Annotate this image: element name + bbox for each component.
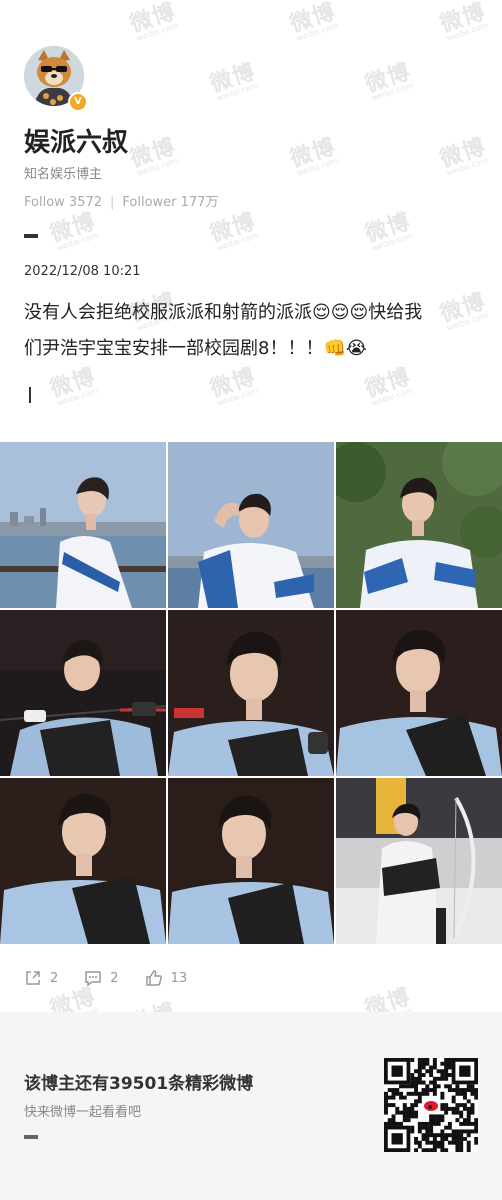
weibo-watermark: 微博weibo.com [437,0,490,43]
like-count: 13 [170,970,188,986]
weibo-watermark: 微博weibo.com [362,209,415,253]
photo-archery-3[interactable] [336,610,502,776]
repost-icon [26,971,40,985]
photo-uniform-3[interactable] [336,442,502,608]
follower-count: 177万 [180,195,219,210]
action-bar: 2 2 13 [24,966,213,990]
follow-label: Follow [24,195,65,210]
like-button[interactable]: 13 [145,969,188,987]
qr-code[interactable] [384,1058,479,1153]
photo-archery-4[interactable] [0,778,166,944]
weibo-watermark: 微博weibo.com [362,59,415,103]
comment-button[interactable]: 2 [84,969,119,987]
post-text: 没有人会拒绝校服派派和射箭的派派😌😌😌快给我 们尹浩宇宝宝安排一部校园剧8！！！… [24,295,482,367]
weibo-watermark: 微博weibo.com [127,134,180,178]
photo-archery-5[interactable] [168,778,334,944]
post-text-line: 没有人会拒绝校服派派和射箭的派派😌😌😌快给我 [24,302,423,323]
weibo-watermark: 微博weibo.com [47,209,100,253]
photo-grid [0,442,502,946]
stats-divider: | [110,195,115,210]
comment-icon [85,971,102,987]
comment-count: 2 [110,970,119,986]
weibo-watermark: 微博weibo.com [207,59,260,103]
section-divider [24,234,38,238]
weibo-watermark: 微博weibo.com [127,0,180,43]
profile-stats: Follow 3572 | Follower 177万 [24,191,219,210]
thumbs-up-icon [145,970,162,986]
photo-archery-6[interactable] [336,778,502,944]
profile-name[interactable]: 娱派六叔 [24,122,128,159]
weibo-watermark: 微博weibo.com [437,134,490,178]
photo-uniform-2[interactable] [168,442,334,608]
photo-archery-1[interactable] [0,610,166,776]
follow-count: 3572 [68,195,103,210]
repost-count: 2 [50,970,59,986]
photo-archery-2[interactable] [168,610,334,776]
photo-uniform-1[interactable] [0,442,166,608]
footer-subtitle: 快来微博一起看看吧 [24,1105,142,1120]
text-cursor [29,387,31,403]
follower-label: Follower [122,195,177,210]
weibo-watermark: 微博weibo.com [287,134,340,178]
post-date: 2022/12/08 10:21 [24,264,141,279]
verified-badge-icon: V [68,92,88,112]
qr-code-image [384,1058,479,1153]
footer-divider [24,1135,38,1139]
profile-description: 知名娱乐博主 [24,167,103,182]
post-text-line: 们尹浩宇宝宝安排一部校园剧8！！！👊😭 [24,338,367,359]
weibo-watermark: 微博weibo.com [287,0,340,43]
weibo-watermark: 微博weibo.com [207,209,260,253]
footer-title: 该博主还有39501条精彩微博 [24,1074,254,1094]
repost-button[interactable]: 2 [24,969,58,987]
